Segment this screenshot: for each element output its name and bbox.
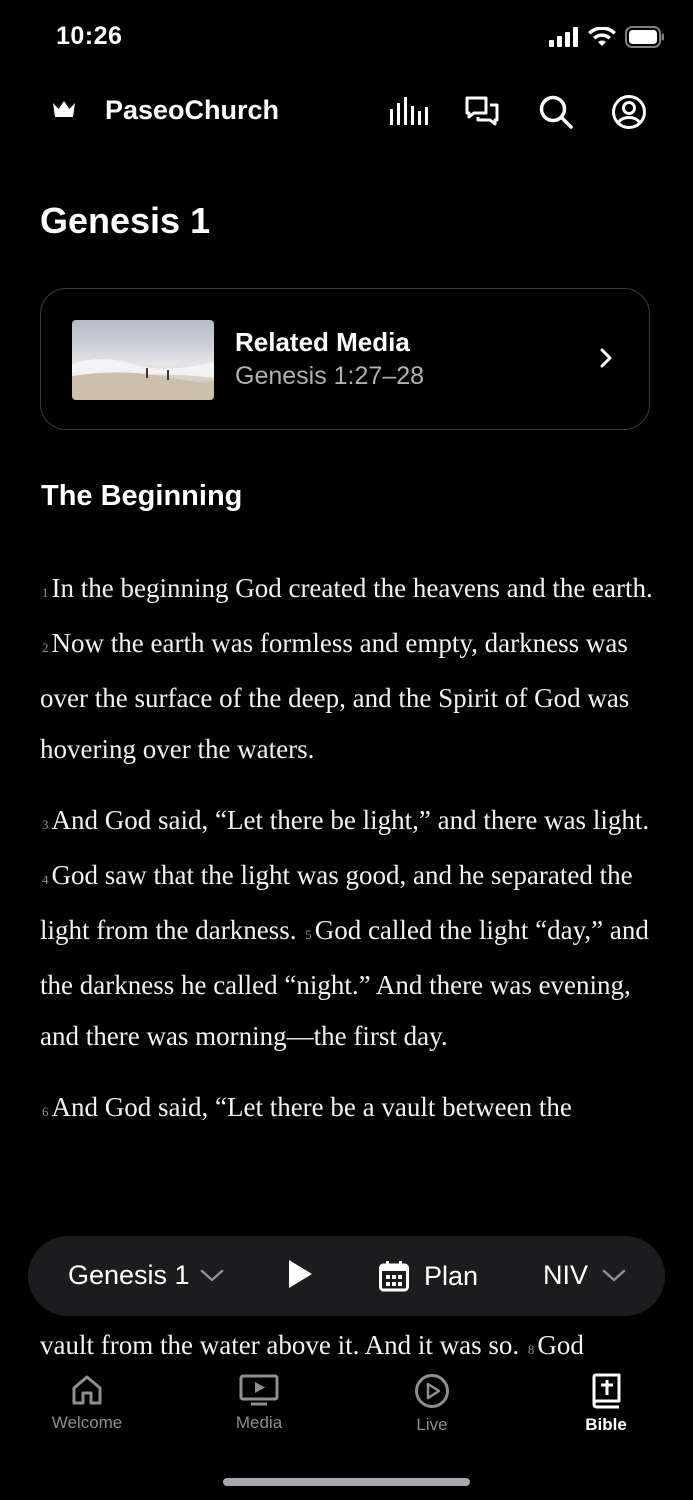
wifi-icon xyxy=(588,27,616,46)
app-header: PaseoChurch xyxy=(0,78,693,148)
verse-number: 3 xyxy=(42,817,49,832)
tab-live[interactable]: Live xyxy=(362,1373,502,1435)
profile-button[interactable] xyxy=(609,92,649,132)
verse-text: Now the earth was formless and empty, da… xyxy=(40,628,630,764)
related-media-card[interactable]: Related Media Genesis 1:27–28 xyxy=(40,288,650,430)
play-circle-icon xyxy=(415,1374,449,1408)
chevron-down-icon xyxy=(200,1269,223,1281)
related-media-reference: Genesis 1:27–28 xyxy=(235,362,425,390)
version-label: NIV xyxy=(543,1260,589,1290)
verse-text: vault from the water above it. And it wa… xyxy=(40,1330,520,1360)
verse-number: 6 xyxy=(42,1104,49,1119)
signal-icon xyxy=(549,27,578,47)
play-icon xyxy=(289,1260,312,1288)
chat-button[interactable] xyxy=(462,92,502,132)
section-heading: The Beginning xyxy=(41,480,243,512)
verse-number: 8 xyxy=(527,1342,535,1357)
chevron-right-icon xyxy=(600,348,612,368)
play-audio-button[interactable] xyxy=(286,1258,314,1295)
audio-bars-button[interactable] xyxy=(388,92,428,132)
battery-icon xyxy=(625,26,664,48)
related-media-title: Related Media xyxy=(235,327,410,357)
related-media-thumbnail xyxy=(72,320,214,400)
verse-number: 4 xyxy=(42,872,49,887)
tab-bible[interactable]: Bible xyxy=(536,1373,676,1435)
version-selector[interactable]: NIV xyxy=(543,1260,626,1291)
app-title: PaseoChurch xyxy=(105,95,280,125)
page-title: Genesis 1 xyxy=(40,200,211,241)
book-selector[interactable]: Genesis 1 xyxy=(68,1260,224,1291)
paragraph: 1 In the beginning God created the heaven… xyxy=(40,563,655,775)
verse-text: And God said, “Let there be a vault betw… xyxy=(51,1092,572,1122)
verse-number: 5 xyxy=(305,927,312,942)
home-indicator[interactable] xyxy=(223,1478,470,1486)
verse-text: And God said, “Let there be light,” and … xyxy=(51,805,650,835)
profile-icon xyxy=(612,95,646,129)
tab-label: Welcome xyxy=(51,1413,123,1432)
chevron-down-icon xyxy=(602,1269,626,1281)
book-selector-label: Genesis 1 xyxy=(68,1260,190,1290)
paragraph: 3 And God said, “Let there be light,” and… xyxy=(40,795,655,1062)
beach-image xyxy=(72,359,214,400)
verse-number: 2 xyxy=(42,640,49,655)
tab-label: Bible xyxy=(585,1415,627,1434)
audio-bars-icon xyxy=(390,97,428,125)
paragraph: 6 And God said, “Let there be a vault bet… xyxy=(40,1082,655,1137)
search-icon xyxy=(539,95,573,129)
search-button[interactable] xyxy=(536,92,576,132)
crown-logo-icon xyxy=(53,101,75,117)
status-icons xyxy=(549,26,665,48)
tab-label: Live xyxy=(416,1415,448,1434)
home-icon xyxy=(72,1375,102,1405)
chat-icon xyxy=(465,96,499,126)
tv-icon xyxy=(239,1374,279,1406)
plan-button[interactable]: Plan xyxy=(378,1260,478,1292)
tab-welcome[interactable]: Welcome xyxy=(17,1373,157,1433)
calendar-icon xyxy=(379,1261,409,1292)
verse-number: 1 xyxy=(42,585,49,600)
verse-text: God xyxy=(537,1330,584,1360)
verse-text: In the beginning God created the heavens… xyxy=(51,573,653,603)
tab-label: Media xyxy=(235,1413,283,1432)
bible-icon xyxy=(592,1373,621,1409)
plan-label: Plan xyxy=(424,1260,479,1291)
bible-player-bar: Genesis 1 Plan NIV xyxy=(28,1236,665,1316)
tab-media[interactable]: Media xyxy=(189,1373,329,1433)
status-bar: 10:26 xyxy=(0,0,693,78)
status-time: 10:26 xyxy=(56,22,123,50)
scripture-text: 1 In the beginning God created the heaven… xyxy=(40,563,655,1157)
